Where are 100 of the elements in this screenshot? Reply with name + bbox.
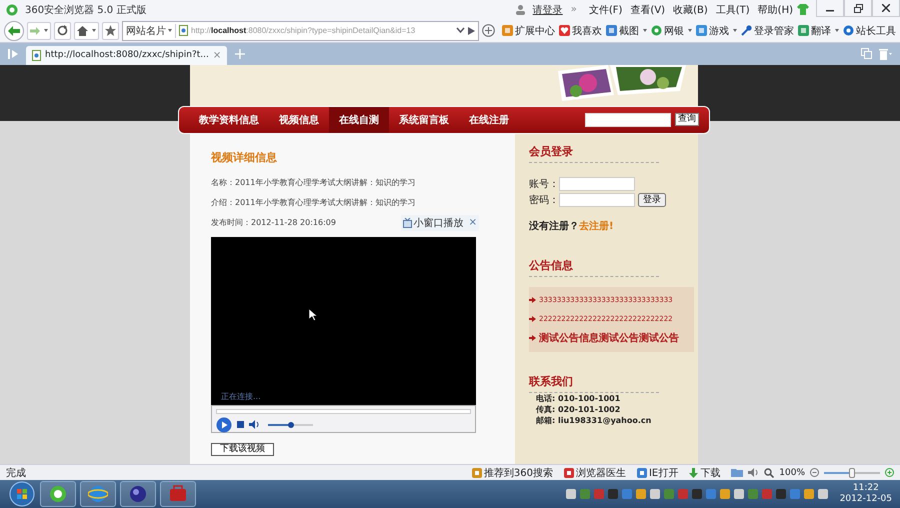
extension-button[interactable]: 网银 (664, 24, 684, 38)
heart-icon[interactable] (559, 25, 570, 36)
extension-button[interactable]: 登录管家 (754, 24, 794, 38)
tray-icon[interactable] (804, 489, 814, 500)
nav-item[interactable]: 视频信息 (269, 106, 329, 133)
play-icon[interactable] (468, 26, 475, 35)
tv-icon[interactable] (402, 218, 412, 228)
browser-tab[interactable]: http://localhost:8080/zxxc/shipin?t... × (26, 46, 228, 65)
nav-item[interactable]: 在线自测 (329, 106, 389, 133)
restore-icon (854, 4, 862, 12)
tray-icon[interactable] (776, 489, 786, 500)
zoom-level[interactable]: 100% (779, 468, 805, 478)
status-button[interactable]: IE打开 (648, 466, 678, 480)
user-icon (514, 4, 526, 16)
tray-icon[interactable] (636, 489, 646, 500)
key-icon[interactable] (741, 25, 752, 36)
shirt-icon[interactable] (797, 4, 809, 16)
app-icon[interactable] (472, 468, 482, 478)
app-icon[interactable] (502, 25, 513, 36)
refresh-button[interactable] (54, 22, 71, 40)
play-button[interactable] (216, 416, 232, 433)
taskbar-app[interactable] (160, 481, 196, 508)
nav-item[interactable]: 系统留言板 (389, 106, 459, 133)
app-icon[interactable] (564, 468, 574, 478)
chevron-down-icon[interactable] (456, 27, 465, 34)
magnifier-icon[interactable] (764, 468, 774, 478)
address-bar[interactable]: 网站名片 http://localhost:8080/zxxc/shipin?type=shipinDetailQian&id=13 (122, 20, 479, 41)
extension-button[interactable]: 我喜欢 (572, 24, 602, 38)
notice-link[interactable]: 测试公告信息测试公告测试公告 (539, 331, 679, 346)
caret-icon[interactable] (643, 29, 647, 32)
login-button[interactable]: 登录 (638, 192, 666, 207)
sidebar-toggle-icon[interactable] (8, 48, 20, 59)
status-button[interactable]: 推荐到360搜索 (484, 466, 553, 480)
browser-logo-icon (6, 4, 18, 16)
menu-item[interactable]: 工具(T) (716, 2, 750, 17)
close-button[interactable] (872, 0, 900, 17)
app-icon[interactable] (606, 25, 617, 36)
tray-icon[interactable] (608, 489, 618, 500)
extension-button[interactable]: 站长工具 (856, 24, 896, 38)
detail-text: 介绍：2011年小学教育心理学考试大纲讲解：知识的学习 (211, 197, 416, 208)
menu-item[interactable]: 文件(F) (588, 2, 622, 17)
stop-button[interactable] (237, 421, 244, 428)
tray-icon[interactable] (566, 489, 576, 500)
caret-icon[interactable] (835, 29, 839, 32)
app-icon[interactable] (696, 25, 707, 36)
nav-item[interactable]: 教学资料信息 (189, 106, 269, 133)
status-button[interactable]: 下载 (700, 466, 720, 480)
extension-button[interactable]: 翻译 (811, 24, 831, 38)
speaker-icon[interactable] (748, 468, 760, 478)
app-icon[interactable] (636, 468, 647, 478)
taskbar-app[interactable] (120, 481, 156, 508)
nav-item[interactable]: 在线注册 (459, 106, 519, 133)
site-card-button[interactable]: 网站名片 (126, 24, 176, 38)
folder-icon[interactable] (731, 468, 744, 478)
start-button[interactable] (8, 481, 36, 508)
menu-item[interactable]: 收藏(B) (673, 2, 708, 17)
search-button[interactable]: 查询 (675, 113, 699, 126)
app-icon[interactable] (798, 25, 809, 36)
arrow-icon (529, 316, 536, 322)
tray-icon[interactable] (734, 489, 744, 500)
download-icon[interactable] (689, 468, 698, 478)
taskbar-app[interactable] (80, 481, 116, 508)
contact-text: 电话: 010-100-1001 (536, 392, 622, 404)
zoom-out-icon[interactable] (810, 468, 819, 478)
back-button[interactable] (4, 20, 24, 41)
clock-time[interactable]: 11:22 (852, 483, 879, 494)
menu-item[interactable]: 查看(V) (630, 2, 666, 17)
account-field[interactable] (559, 176, 635, 191)
extension-button[interactable]: 游戏 (709, 24, 729, 38)
field-label: 账号： (529, 178, 559, 191)
extension-button[interactable]: 截图 (619, 24, 639, 38)
tray-icon[interactable] (720, 489, 730, 500)
sphere-icon (128, 484, 148, 504)
download-button[interactable]: 下载该视频 (211, 442, 274, 456)
volume-icon[interactable] (249, 420, 260, 430)
menu-item[interactable]: 帮助(H) (758, 2, 793, 17)
volume-slider[interactable] (268, 424, 313, 426)
caret-icon[interactable] (733, 29, 737, 32)
zoom-in-icon[interactable] (885, 468, 894, 478)
sidebar-heading: 联系我们 (529, 374, 659, 393)
search-field[interactable] (585, 112, 671, 127)
taskbar-app[interactable] (40, 481, 76, 508)
sidebar-heading: 公告信息 (529, 258, 659, 277)
password-field[interactable] (559, 192, 635, 207)
tray-icon[interactable] (650, 489, 660, 500)
minimize-button[interactable] (816, 0, 844, 17)
restore-button[interactable] (844, 0, 872, 17)
popout-button[interactable]: 小窗口播放 (414, 216, 464, 230)
login-link[interactable]: 请登录 (532, 2, 563, 17)
tray-icon[interactable] (692, 489, 702, 500)
shield-icon[interactable] (482, 24, 495, 38)
extension-button[interactable]: 扩展中心 (515, 24, 555, 38)
home-button[interactable] (74, 22, 99, 40)
caret-icon[interactable] (688, 29, 692, 32)
video-player[interactable]: 正在连接... (211, 236, 476, 405)
tray-icon[interactable] (818, 489, 828, 500)
favorite-button[interactable] (102, 22, 119, 40)
popout-close-button[interactable]: × (468, 217, 477, 228)
clock-date[interactable]: 2012-12-05 (840, 494, 892, 506)
status-button[interactable]: 浏览器医生 (576, 466, 626, 480)
